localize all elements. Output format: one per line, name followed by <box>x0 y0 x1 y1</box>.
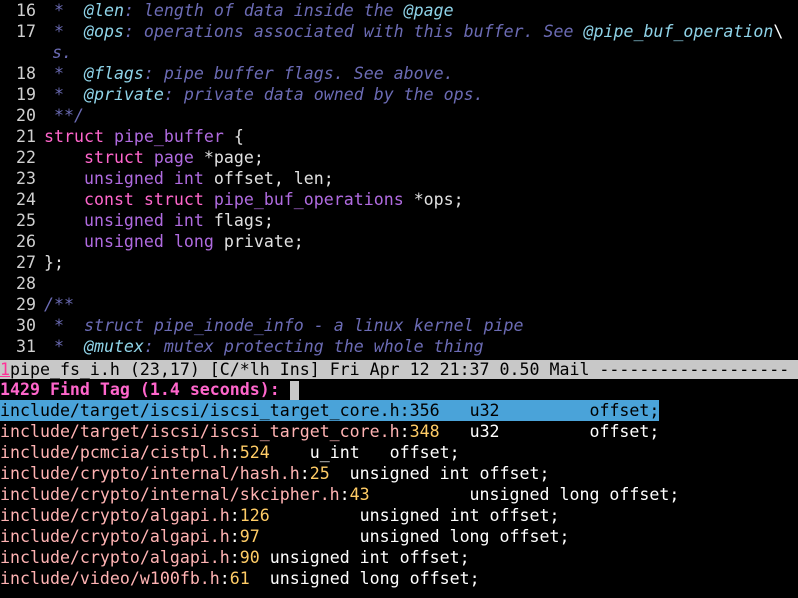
tag-result-row[interactable]: include/pcmcia/cistpl.h:524 u_int offset… <box>0 442 798 463</box>
code-line-27: 27}; <box>0 252 798 273</box>
tag-result-row[interactable]: include/video/w100fb.h:61 unsigned long … <box>0 568 798 589</box>
status-bar: 1pipe_fs_i.h (23,17) [C/*lh Ins] Fri Apr… <box>0 360 798 379</box>
code-line-26: 26 unsigned long private; <box>0 231 798 252</box>
code-line-17: 17 * @ops: operations associated with th… <box>0 21 798 42</box>
line-number: 24 <box>16 190 36 209</box>
code-line-21: 21 struct pipe_buffer { <box>0 126 798 147</box>
code-line-17-wrap: s. <box>52 43 72 62</box>
code-line-20: 20 **/ <box>0 105 798 126</box>
code-line-29: 29/** <box>0 294 798 315</box>
code-line-31: 31 * @mutex: mutex protecting the whole … <box>0 336 798 357</box>
line-number: 29 <box>16 295 36 314</box>
line-number: 26 <box>16 232 36 251</box>
cursor <box>289 381 299 400</box>
line-number: 21 <box>16 127 36 146</box>
line-number: 22 <box>16 148 36 167</box>
editor-window[interactable]: 16 * @len: length of data inside the @pa… <box>0 0 798 598</box>
find-tag-panel[interactable]: 1429 Find Tag (1.4 seconds): include/tar… <box>0 379 798 589</box>
tag-result-row[interactable]: include/crypto/algapi.h:90 unsigned int … <box>0 547 798 568</box>
tag-result-row[interactable]: include/crypto/algapi.h:126 unsigned int… <box>0 505 798 526</box>
line-number: 30 <box>16 316 36 335</box>
tag-result-row[interactable]: include/crypto/algapi.h:97 unsigned long… <box>0 526 798 547</box>
code-pane[interactable]: 16 * @len: length of data inside the @pa… <box>0 0 798 357</box>
tag-result-row[interactable]: include/target/iscsi/iscsi_target_core.h… <box>0 400 660 421</box>
code-line-22: 22 struct page *page; <box>0 147 798 168</box>
line-number: 25 <box>16 211 36 230</box>
line-number: 31 <box>16 337 36 356</box>
code-line-30: 30 * struct pipe_inode_info - a linux ke… <box>0 315 798 336</box>
line-number: 20 <box>16 106 36 125</box>
status-text: pipe_fs_i.h (23,17) [C/*lh Ins] Fri Apr … <box>10 360 790 379</box>
line-number: 18 <box>16 64 36 83</box>
code-line-18: 18 * @flags: pipe buffer flags. See abov… <box>0 63 798 84</box>
code-line-16: 16 * @len: length of data inside the @pa… <box>0 0 798 21</box>
line-number: 27 <box>16 253 36 272</box>
line-number: 23 <box>16 169 36 188</box>
code-line-28: 28 <box>0 273 798 294</box>
find-tag-header: 1429 Find Tag (1.4 seconds): <box>0 379 798 400</box>
line-number: 28 <box>16 274 36 293</box>
tag-result-row[interactable]: include/target/iscsi/iscsi_target_core.h… <box>0 421 798 442</box>
code-line-25: 25 unsigned int flags; <box>0 210 798 231</box>
code-line-19: 19 * @private: private data owned by the… <box>0 84 798 105</box>
tag-result-row[interactable]: include/crypto/internal/hash.h:25 unsign… <box>0 463 798 484</box>
line-number: 16 <box>16 1 36 20</box>
line-number: 19 <box>16 85 36 104</box>
tag-result-row[interactable]: include/crypto/internal/skcipher.h:43 un… <box>0 484 798 505</box>
line-number: 17 <box>16 22 36 41</box>
window-number[interactable]: 1 <box>0 360 10 379</box>
code-line-23: 23 unsigned int offset, len; <box>0 168 798 189</box>
code-line-24: 24 const struct pipe_buf_operations *ops… <box>0 189 798 210</box>
